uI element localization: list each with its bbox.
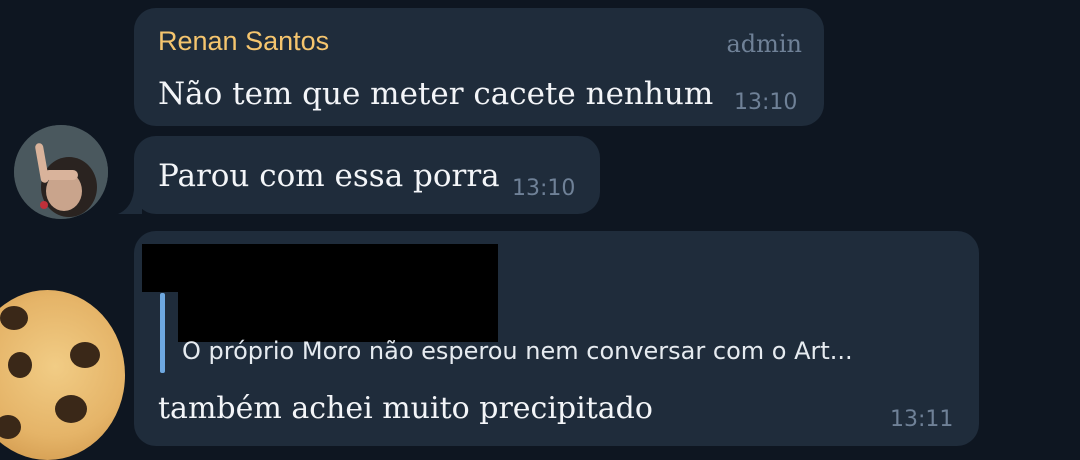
reply-preview-text[interactable]: O próprio Moro não esperou nem conversar… <box>182 337 853 365</box>
message-text: Não tem que meter cacete nenhum <box>158 76 714 112</box>
reply-indicator-bar <box>160 293 165 373</box>
message-bubble-2[interactable]: Parou com essa porra 13:10 <box>134 136 600 214</box>
message-text: Parou com essa porra <box>158 158 500 194</box>
message-time: 13:10 <box>512 176 576 201</box>
person-photo-avatar-icon <box>14 125 108 219</box>
bubble-tail <box>118 190 142 214</box>
message-bubble-1[interactable]: Renan Santos admin Não tem que meter cac… <box>134 8 824 126</box>
cookie-chip <box>0 306 28 330</box>
sender-name[interactable]: Renan Santos <box>158 26 329 57</box>
message-text: também achei muito precipitado <box>158 391 653 426</box>
redacted-block-top <box>142 244 498 292</box>
cookie-chip <box>55 395 87 423</box>
cookie-chip <box>70 342 100 368</box>
cookie-chip <box>8 352 32 378</box>
user-avatar[interactable] <box>14 125 108 219</box>
message-time: 13:11 <box>890 407 954 432</box>
cookie-sticker-avatar[interactable] <box>0 290 125 460</box>
message-time: 13:10 <box>734 90 798 115</box>
cookie-chip <box>0 415 21 439</box>
redacted-block-bottom <box>178 292 498 342</box>
message-bubble-3[interactable]: O próprio Moro não esperou nem conversar… <box>134 231 979 446</box>
admin-badge: admin <box>726 30 802 58</box>
